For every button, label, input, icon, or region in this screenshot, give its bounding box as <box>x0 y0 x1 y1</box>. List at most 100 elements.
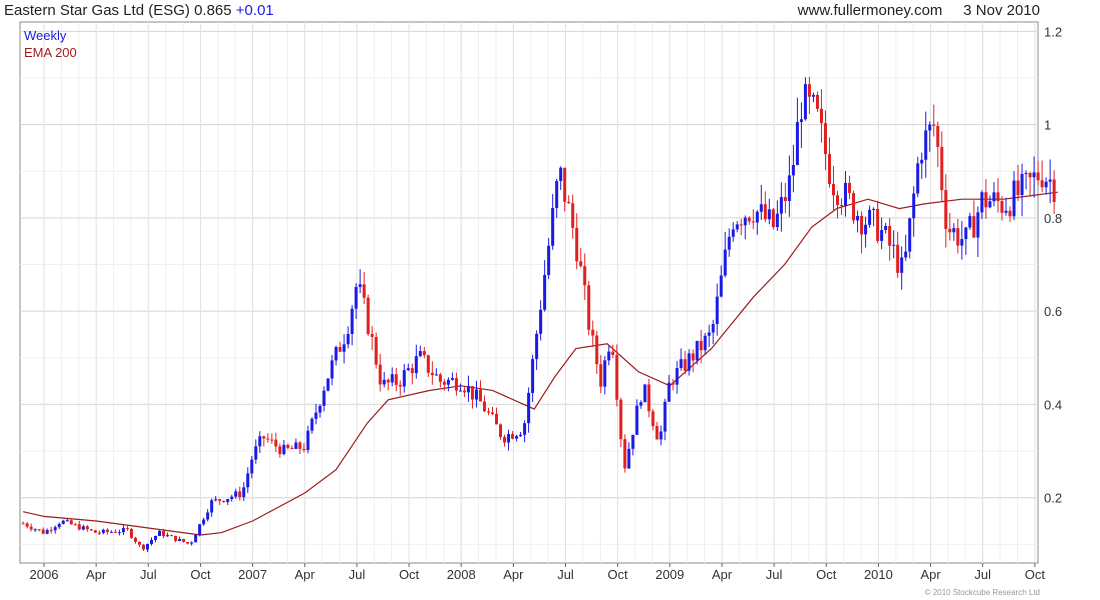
candle-body <box>29 526 33 530</box>
candle-body <box>491 412 495 414</box>
candle-body <box>21 523 25 525</box>
candle-body <box>418 351 422 357</box>
candle-body <box>940 146 944 191</box>
candle-body <box>611 351 615 355</box>
candle-body <box>318 405 322 413</box>
candle-body <box>996 192 1000 202</box>
candle-body <box>406 368 410 371</box>
candle-body <box>1020 173 1024 196</box>
candle-body <box>33 529 37 531</box>
candle-body <box>647 384 651 412</box>
candle-body <box>551 208 555 246</box>
candle-body <box>430 372 434 376</box>
candle-body <box>880 230 884 241</box>
candle-body <box>904 251 908 258</box>
candle-body <box>779 197 783 214</box>
candle-body <box>563 167 567 202</box>
y-tick-label: 0.6 <box>1044 304 1062 319</box>
candle-body <box>988 201 992 208</box>
candle-body <box>478 389 482 402</box>
candle-body <box>771 209 775 228</box>
candle-body <box>226 498 230 503</box>
candle-body <box>93 530 97 533</box>
candle-body <box>607 351 611 361</box>
candle-body <box>571 203 575 228</box>
candle-body <box>166 535 170 537</box>
candle-body <box>222 500 226 503</box>
copyright-text: © 2010 Stockcube Research Ltd <box>924 588 1040 597</box>
candle-body <box>675 367 679 385</box>
candle-body <box>474 389 478 400</box>
x-tick-label: 2006 <box>30 567 59 582</box>
candle-body <box>125 528 129 530</box>
candle-body <box>270 439 274 441</box>
candle-body <box>210 500 214 513</box>
candle-body <box>683 359 687 371</box>
candle-body <box>775 213 779 228</box>
x-tick-label: Apr <box>712 567 733 582</box>
x-tick-label: Apr <box>295 567 316 582</box>
candle-body <box>150 539 154 544</box>
candle-body <box>402 370 406 387</box>
y-tick-label: 0.8 <box>1044 211 1062 226</box>
candle-body <box>366 297 370 335</box>
candle-body <box>591 329 595 336</box>
candle-body <box>77 524 81 530</box>
candle-body <box>438 374 442 382</box>
candle-body <box>503 436 507 443</box>
candle-body <box>334 346 338 361</box>
candle-body <box>1008 210 1012 217</box>
candle-body <box>739 224 743 226</box>
candle-body <box>194 534 198 543</box>
candle-body <box>623 439 627 469</box>
candle-body <box>972 216 976 238</box>
candle-body <box>539 309 543 334</box>
candle-body <box>819 108 823 124</box>
x-tick-label: Apr <box>86 567 107 582</box>
candle-body <box>852 193 856 221</box>
x-tick-label: Oct <box>190 567 211 582</box>
candle-body <box>831 184 835 196</box>
candle-body <box>314 412 318 419</box>
candle-body <box>711 324 715 333</box>
candle-body <box>980 192 984 213</box>
candle-body <box>354 286 358 309</box>
candle-body <box>567 201 571 204</box>
candle-body <box>286 444 290 448</box>
candle-body <box>442 381 446 385</box>
candle-body <box>651 411 655 427</box>
candle-body <box>840 205 844 207</box>
candle-body <box>799 119 803 123</box>
candle-body <box>53 527 57 531</box>
candle-body <box>719 275 723 297</box>
candle-body <box>342 344 346 352</box>
candle-body <box>583 266 587 286</box>
candle-body <box>767 209 771 220</box>
candle-body <box>258 436 262 447</box>
candle-body <box>238 491 242 498</box>
candle-body <box>707 332 711 336</box>
candle-body <box>254 446 258 460</box>
candle-body <box>378 364 382 385</box>
candle-body <box>759 204 763 212</box>
candle-body <box>807 84 811 97</box>
candle-body <box>892 244 896 246</box>
candle-body <box>948 228 952 233</box>
candle-body <box>85 526 89 530</box>
candle-body <box>559 167 563 182</box>
candle-body <box>695 340 699 361</box>
candle-body <box>827 154 831 185</box>
candle-body <box>298 442 302 449</box>
candle-body <box>101 529 105 533</box>
candle-body <box>45 530 49 534</box>
candle-body <box>844 182 848 206</box>
candle-body <box>727 236 731 250</box>
candle-body <box>735 224 739 230</box>
candle-body <box>495 413 499 425</box>
candle-body <box>426 355 430 373</box>
candle-body <box>743 217 747 226</box>
candle-body <box>703 335 707 351</box>
candle-body <box>57 523 61 528</box>
candle-body <box>358 284 362 287</box>
candle-body <box>860 216 864 235</box>
